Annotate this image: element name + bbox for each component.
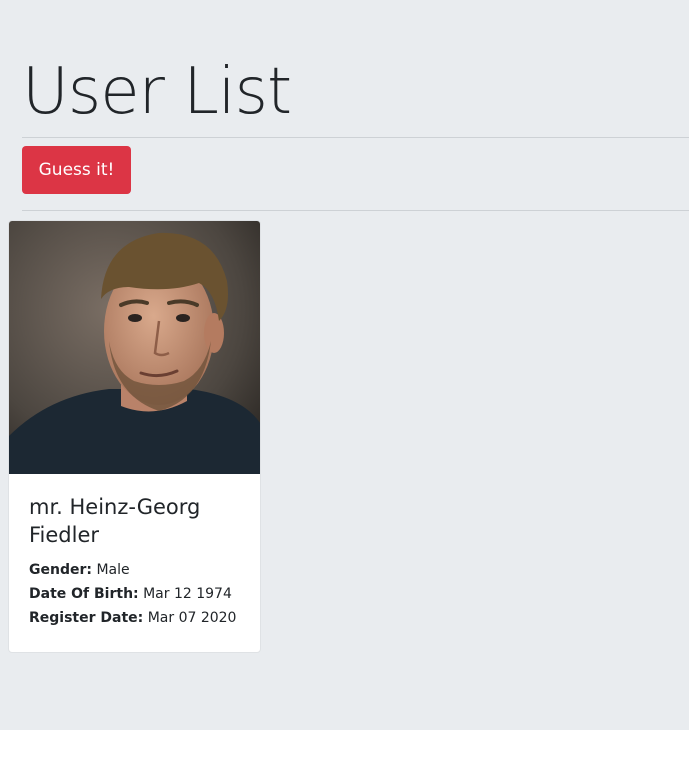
gender-value: Male (96, 562, 130, 578)
dob-label: Date Of Birth: (29, 586, 139, 602)
dob-value: Mar 12 1974 (143, 586, 232, 602)
register-line: Register Date: Mar 07 2020 (29, 606, 249, 630)
user-card[interactable]: mr. Heinz-Georg Fiedler Gender: Male Dat… (8, 220, 261, 653)
card-body: mr. Heinz-Georg Fiedler Gender: Male Dat… (29, 493, 249, 630)
user-photo-icon (9, 221, 260, 474)
page-title: User List (22, 55, 292, 129)
register-value: Mar 07 2020 (147, 610, 237, 626)
dob-line: Date Of Birth: Mar 12 1974 (29, 582, 249, 606)
divider (22, 137, 689, 138)
gender-line: Gender: Male (29, 558, 249, 582)
register-label: Register Date: (29, 610, 144, 626)
jumbotron: User List Guess it! mr. Heinz-Georg Fied… (0, 0, 689, 730)
guess-button[interactable]: Guess it! (22, 146, 131, 194)
gender-label: Gender: (29, 562, 92, 578)
divider (22, 210, 689, 211)
user-name: mr. Heinz-Georg Fiedler (29, 495, 201, 547)
